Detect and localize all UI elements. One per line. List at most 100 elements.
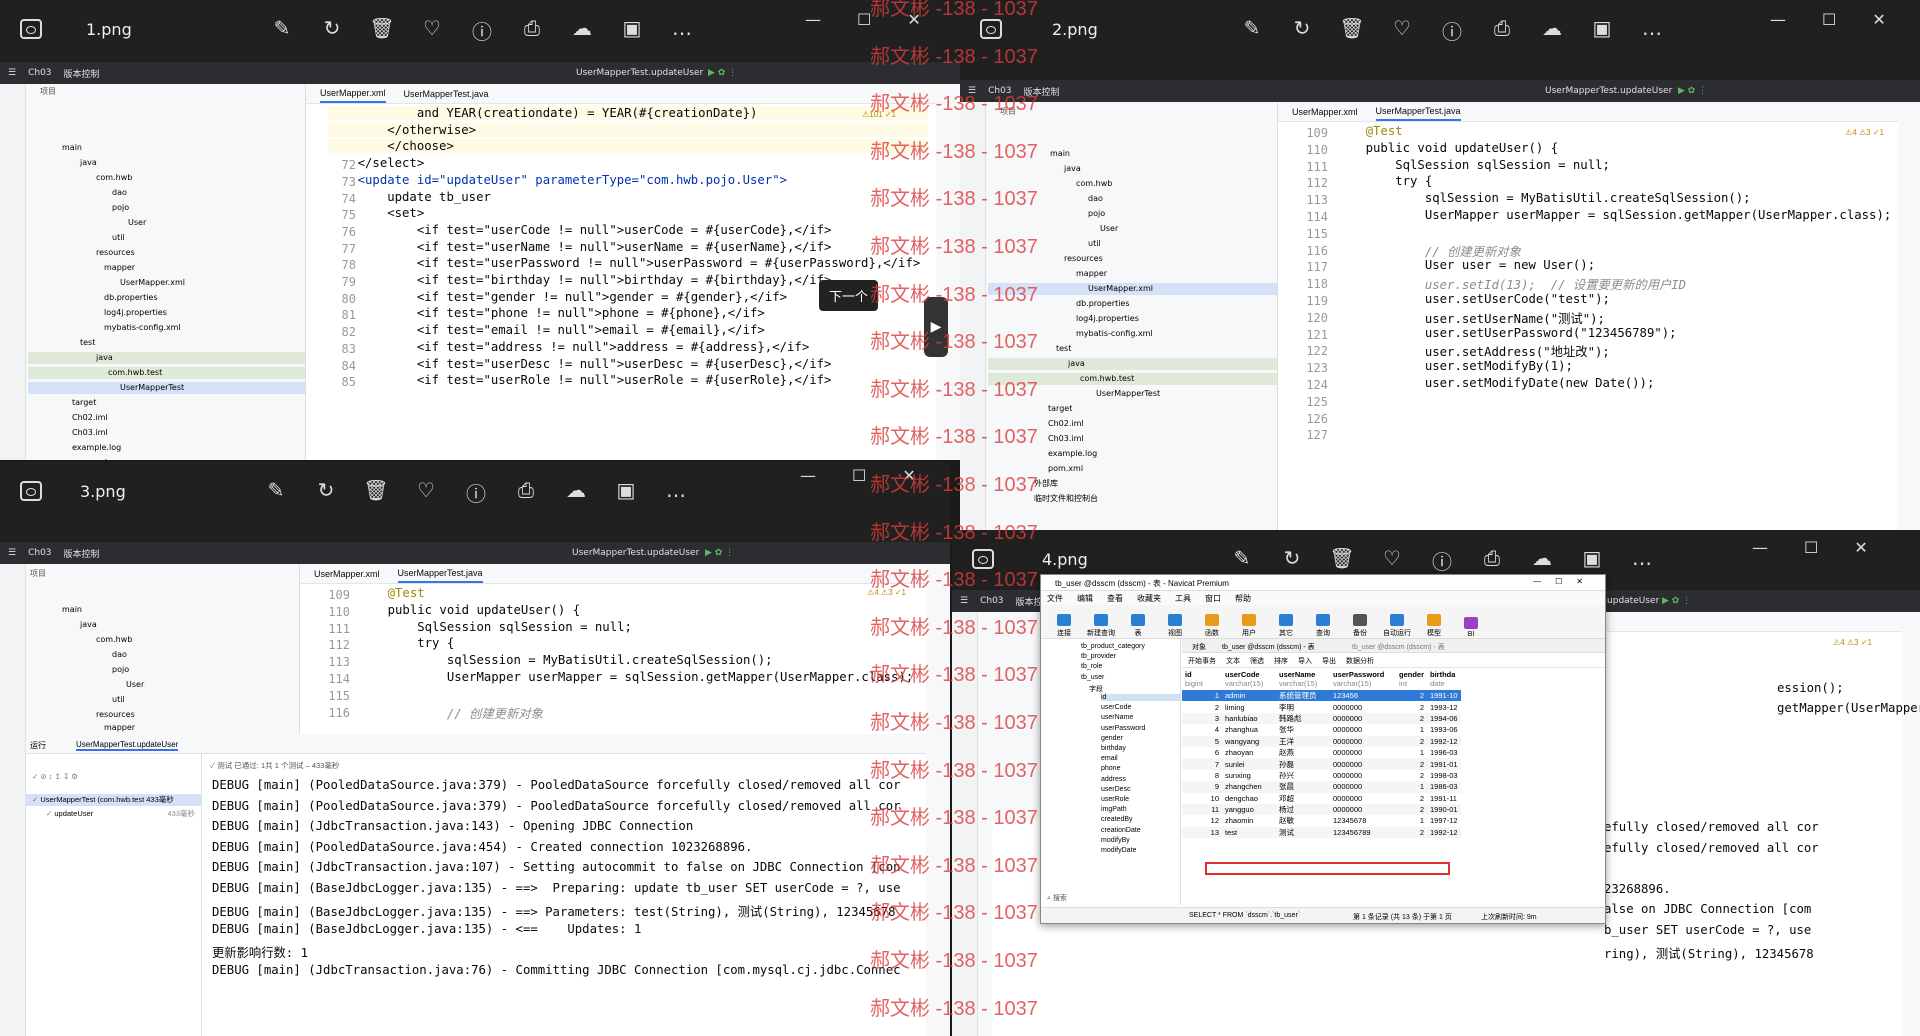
db-tree-node[interactable]: birthday bbox=[1101, 745, 1126, 752]
db-tree-node[interactable]: imgPath bbox=[1101, 806, 1127, 813]
test-root[interactable]: ✓ UserMapperTest (com.hwb.test 433毫秒 bbox=[26, 794, 202, 806]
tree-node[interactable]: target bbox=[72, 397, 96, 409]
table-cell[interactable]: 123456789 bbox=[1330, 826, 1396, 839]
tree-node[interactable]: java bbox=[80, 619, 97, 631]
tree-node[interactable]: resources bbox=[96, 247, 135, 259]
info-icon[interactable]: ⓘ bbox=[468, 16, 496, 45]
navicat-action[interactable]: 数据分析 bbox=[1346, 656, 1374, 666]
table-cell[interactable]: zhangchen bbox=[1222, 781, 1276, 793]
clipchamp-icon[interactable]: ▣ bbox=[1588, 16, 1616, 45]
tree-node[interactable]: pojo bbox=[112, 202, 129, 214]
table-cell[interactable]: yangguo bbox=[1222, 803, 1276, 816]
table-cell[interactable]: 13 bbox=[1182, 826, 1222, 839]
table-cell[interactable]: 韩路彪 bbox=[1276, 712, 1330, 725]
more-icon[interactable]: … bbox=[1638, 16, 1666, 45]
table-cell[interactable]: 0000000 bbox=[1330, 758, 1396, 770]
tab-usermapper-xml[interactable]: UserMapper.xml bbox=[320, 85, 386, 103]
test-toolbar[interactable]: ✓ ⊘ ↕ ↥ ↧ ⚙ bbox=[32, 772, 78, 781]
db-tree-node[interactable]: createdBy bbox=[1101, 816, 1133, 823]
more-icon[interactable]: … bbox=[662, 478, 690, 507]
clipchamp-icon[interactable]: ▣ bbox=[1578, 546, 1606, 575]
table-row[interactable]: 11 yangguo 杨过 0000000 2 1990-01 bbox=[1182, 803, 1461, 816]
table-cell[interactable]: 1 bbox=[1396, 724, 1427, 735]
table-cell[interactable]: 测试 bbox=[1276, 826, 1330, 839]
table-row[interactable]: 9 zhangchen 张晨 0000000 1 1986-03 bbox=[1182, 781, 1461, 793]
project-name[interactable]: Ch03 bbox=[28, 68, 51, 78]
db-tree-node[interactable]: 字段 bbox=[1089, 684, 1103, 694]
tab-table-2[interactable]: tb_user @dsscm (dsscm) - 表 bbox=[1352, 642, 1445, 652]
close-button[interactable]: ✕ bbox=[902, 466, 915, 485]
user-table[interactable]: id bigint userCode varchar(15) userName varch… bbox=[1182, 670, 1461, 839]
inspection-widget[interactable]: ⚠4 ⚠3 ✓1 bbox=[867, 588, 906, 597]
navicat-tool-button[interactable]: BI bbox=[1456, 617, 1486, 638]
print-icon[interactable]: ⎙ bbox=[1488, 16, 1516, 45]
navicat-menu-item[interactable]: 帮助 bbox=[1235, 593, 1251, 604]
table-cell[interactable]: 8 bbox=[1182, 770, 1222, 781]
tree-node[interactable]: util bbox=[112, 694, 125, 706]
tab-usermapper-xml[interactable]: UserMapper.xml bbox=[1292, 107, 1358, 117]
table-cell[interactable]: 0000000 bbox=[1330, 712, 1396, 725]
delete-icon[interactable]: 🗑 bbox=[368, 16, 396, 45]
heart-icon[interactable]: ♡ bbox=[418, 16, 446, 45]
table-cell[interactable]: 张晨 bbox=[1276, 781, 1330, 793]
table-cell[interactable]: 2 bbox=[1396, 803, 1428, 816]
print-icon[interactable]: ⎙ bbox=[518, 16, 546, 45]
tree-node[interactable]: User bbox=[128, 217, 146, 229]
tree-node[interactable]: dao bbox=[1088, 193, 1103, 205]
table-cell[interactable]: 2 bbox=[1396, 770, 1427, 781]
tree-node[interactable]: dao bbox=[112, 649, 127, 661]
navicat-tool-button[interactable]: 连接 bbox=[1049, 614, 1079, 638]
table-cell[interactable]: 1 bbox=[1396, 815, 1427, 826]
tree-node[interactable]: Ch02.iml bbox=[72, 412, 108, 424]
run-config[interactable]: UserMapperTest.updateUser bbox=[572, 548, 699, 558]
run-icon[interactable]: ▶ ✿ ⋮ bbox=[1662, 596, 1691, 606]
info-icon[interactable]: ⓘ bbox=[1438, 16, 1466, 45]
tree-node[interactable]: mybatis-config.xml bbox=[1076, 328, 1153, 340]
run-config[interactable]: UserMapperTest.updateUser bbox=[1545, 86, 1672, 96]
table-cell[interactable]: 2 bbox=[1396, 712, 1428, 725]
table-cell[interactable]: 系统管理员 bbox=[1276, 690, 1330, 702]
navicat-menu-item[interactable]: 窗口 bbox=[1205, 593, 1221, 604]
rotate-icon[interactable]: ↻ bbox=[1288, 16, 1316, 45]
edit-icon[interactable]: ✎ bbox=[268, 16, 296, 45]
project-label[interactable]: 项目 bbox=[30, 568, 46, 580]
clipchamp-icon[interactable]: ▣ bbox=[612, 478, 640, 507]
tree-node[interactable]: UserMapper.xml bbox=[120, 277, 185, 289]
table-cell[interactable]: 0000000 bbox=[1330, 781, 1396, 793]
table-cell[interactable]: 12345678 bbox=[1330, 815, 1396, 826]
navicat-search[interactable]: ⌕ 搜索 bbox=[1047, 893, 1067, 903]
column-header[interactable]: id bigint bbox=[1182, 670, 1222, 690]
run-icon[interactable]: ▶ ✿ ⋮ bbox=[708, 68, 737, 78]
tree-node[interactable]: UserMapperTest bbox=[28, 382, 305, 394]
navicat-menu-item[interactable]: 文件 bbox=[1047, 593, 1063, 604]
inspection-widget[interactable]: ⚠4 ⚠3 ✓1 bbox=[1833, 638, 1872, 647]
table-cell[interactable]: 0000000 bbox=[1330, 735, 1396, 747]
tree-node[interactable]: UserMapperTest bbox=[1096, 388, 1160, 400]
table-cell[interactable]: 2 bbox=[1396, 690, 1428, 702]
project-label[interactable]: 项目 bbox=[1000, 106, 1016, 118]
more-icon[interactable]: … bbox=[668, 16, 696, 45]
table-cell[interactable]: 邓超 bbox=[1276, 793, 1330, 804]
tree-node[interactable]: com.hwb.test bbox=[988, 373, 1277, 385]
more-icon[interactable]: … bbox=[1628, 546, 1656, 575]
table-row[interactable]: 12 zhaomin 赵敏 12345678 1 1997-12 bbox=[1182, 815, 1461, 826]
tree-node[interactable]: java bbox=[28, 352, 305, 364]
table-cell[interactable]: zhaomin bbox=[1222, 815, 1276, 826]
tab-usermappertest-java[interactable]: UserMapperTest.java bbox=[404, 89, 489, 99]
tree-node[interactable]: main bbox=[62, 142, 82, 154]
vcs-label[interactable]: 版本控制 bbox=[1024, 85, 1060, 98]
table-cell[interactable]: 1993-12 bbox=[1427, 701, 1461, 712]
db-tree-node[interactable]: tb_product_category bbox=[1081, 643, 1145, 650]
tab-usermappertest-java[interactable]: UserMapperTest.java bbox=[397, 565, 483, 583]
tree-node[interactable]: com.hwb bbox=[96, 634, 132, 646]
tree-node[interactable]: User bbox=[1100, 223, 1118, 235]
edit-icon[interactable]: ✎ bbox=[1228, 546, 1256, 575]
java-editor[interactable]: UserMapper.xml UserMapperTest.java 109 @… bbox=[300, 564, 926, 734]
table-row[interactable]: 13 test 测试 123456789 2 1992-12 bbox=[1182, 826, 1461, 839]
table-cell[interactable]: 孙兴 bbox=[1276, 770, 1330, 781]
db-tree-node[interactable]: modifyDate bbox=[1101, 847, 1136, 854]
tree-node[interactable]: java bbox=[1064, 163, 1081, 175]
close-button[interactable]: ✕ bbox=[907, 10, 920, 29]
heart-icon[interactable]: ♡ bbox=[412, 478, 440, 507]
minimize-button[interactable]: — bbox=[1770, 10, 1786, 29]
